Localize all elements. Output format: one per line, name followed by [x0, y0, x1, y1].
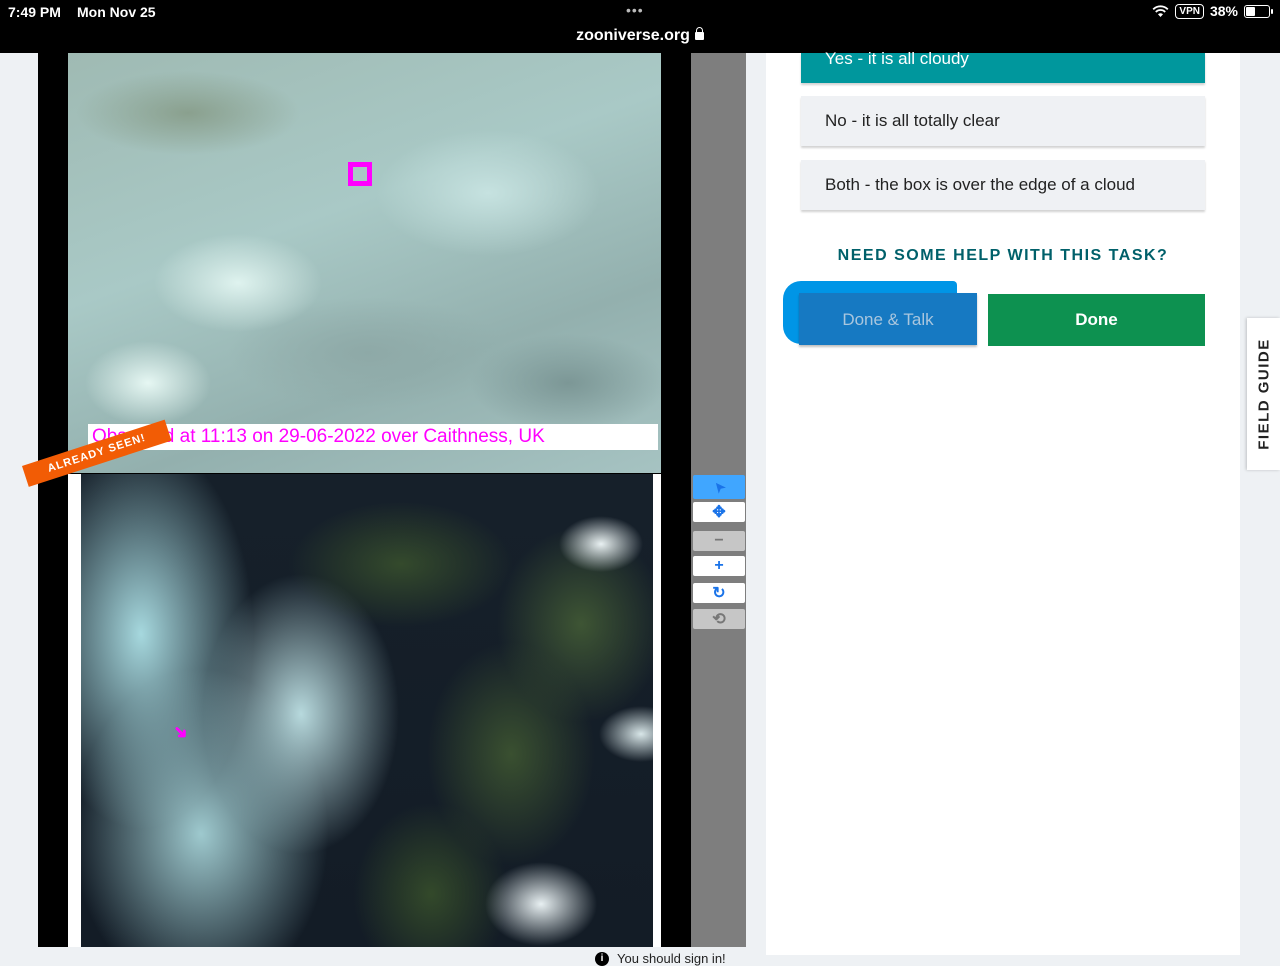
- url-text: zooniverse.org: [576, 27, 690, 44]
- image-border: [653, 474, 661, 947]
- battery-icon: [1244, 4, 1273, 18]
- location-arrow-icon: ➜: [168, 719, 194, 745]
- subject-viewer[interactable]: Observed at 11:13 on 29-06-2022 over Cai…: [38, 53, 691, 947]
- url-bar[interactable]: zooniverse.org: [0, 27, 1280, 45]
- status-date: Mon Nov 25: [77, 4, 156, 20]
- status-bar: 7:49 PM Mon Nov 25 ••• VPN 38% zoonivers…: [0, 0, 1280, 53]
- reset-button[interactable]: ⟲: [693, 609, 745, 629]
- rotate-icon: ↻: [712, 585, 726, 602]
- target-box-marker: [348, 162, 372, 186]
- answer-option-yes[interactable]: Yes - it is all cloudy: [801, 50, 1205, 83]
- answer-option-both[interactable]: Both - the box is over the edge of a clo…: [801, 160, 1205, 210]
- done-and-talk-button[interactable]: Done & Talk: [799, 293, 977, 345]
- field-guide-label: FIELD GUIDE: [1255, 338, 1272, 450]
- signin-text: You should sign in!: [617, 951, 726, 966]
- answer-label: Yes - it is all cloudy: [825, 49, 969, 68]
- image-toolbar: ➤ ✥ − + ↻ ⟲: [691, 53, 746, 947]
- lock-icon: [694, 27, 704, 40]
- status-time: 7:49 PM: [8, 4, 61, 20]
- wifi-icon: [1152, 4, 1169, 17]
- image-border: [68, 474, 81, 947]
- vpn-badge: VPN: [1175, 3, 1204, 19]
- zoom-out-button[interactable]: −: [693, 531, 745, 551]
- battery-percent: 38%: [1209, 3, 1238, 19]
- done-button[interactable]: Done: [988, 294, 1205, 346]
- field-guide-tab[interactable]: FIELD GUIDE: [1247, 318, 1280, 470]
- pointer-tool-button[interactable]: ➤: [693, 475, 745, 499]
- reset-icon: ⟲: [712, 611, 726, 628]
- cursor-icon: ➤: [709, 478, 728, 497]
- task-help-link[interactable]: NEED SOME HELP WITH THIS TASK?: [766, 247, 1240, 265]
- observation-caption: Observed at 11:13 on 29-06-2022 over Cai…: [88, 424, 658, 450]
- rotate-button[interactable]: ↻: [693, 583, 745, 603]
- subject-image-zoomed[interactable]: [68, 53, 661, 473]
- answer-option-no[interactable]: No - it is all totally clear: [801, 96, 1205, 146]
- move-tool-button[interactable]: ✥: [693, 502, 745, 522]
- signin-note: i You should sign in!: [595, 951, 726, 966]
- subject-image-overview[interactable]: ➜: [81, 474, 653, 947]
- move-icon: ✥: [712, 504, 726, 521]
- multitask-dots-icon[interactable]: •••: [626, 2, 644, 18]
- task-panel: Yes - it is all cloudy No - it is all to…: [766, 50, 1240, 955]
- status-indicators: VPN 38%: [1152, 3, 1273, 19]
- plus-icon: +: [714, 557, 724, 574]
- zoom-in-button[interactable]: +: [693, 556, 745, 576]
- minus-icon: −: [714, 532, 724, 549]
- answer-label: Both - the box is over the edge of a clo…: [825, 175, 1135, 194]
- answer-label: No - it is all totally clear: [825, 111, 1000, 130]
- info-icon: i: [595, 951, 609, 966]
